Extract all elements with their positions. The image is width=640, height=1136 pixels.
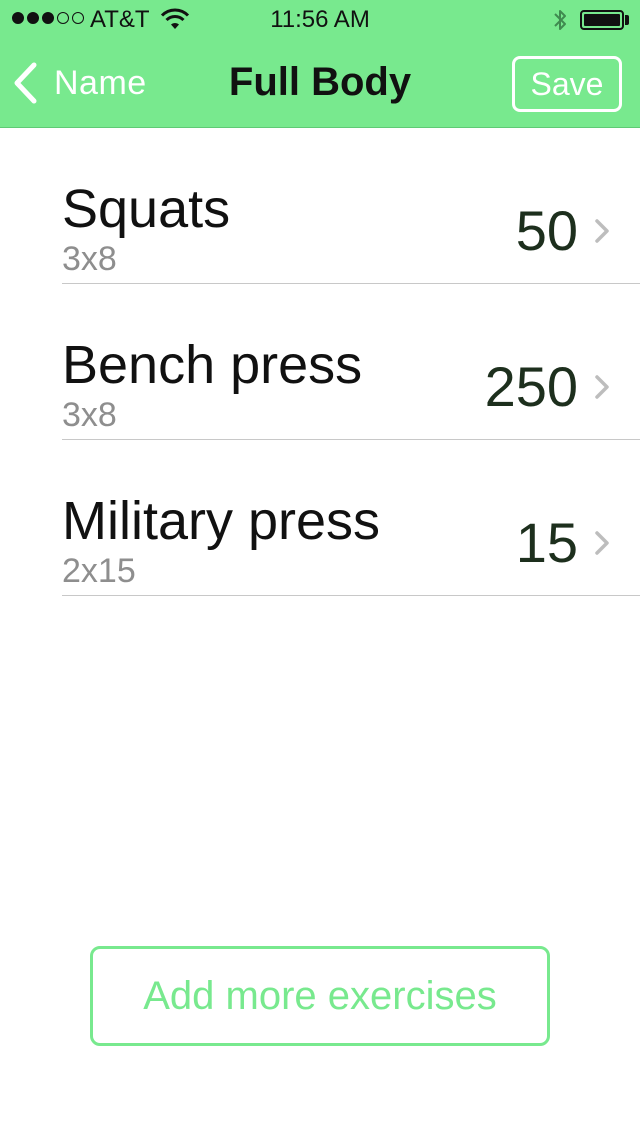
- nav-bar: Name Full Body Save: [0, 40, 640, 128]
- exercise-sets: 3x8: [62, 240, 117, 278]
- screen: AT&T 11:56 AM Name Full Body Save Squats…: [0, 0, 640, 1136]
- exercise-row-bench-press[interactable]: Bench press 3x8 250: [0, 284, 640, 440]
- battery-fill: [584, 14, 620, 26]
- add-exercises-button[interactable]: Add more exercises: [90, 946, 550, 1046]
- chevron-right-icon: [595, 219, 609, 243]
- exercise-row-military-press[interactable]: Military press 2x15 15: [0, 440, 640, 596]
- bluetooth-icon: [554, 10, 566, 30]
- back-label: Name: [54, 63, 147, 102]
- chevron-right-icon: [595, 531, 609, 555]
- status-time: 11:56 AM: [270, 6, 370, 33]
- exercise-name: Bench press: [62, 335, 363, 395]
- exercise-list: Squats 3x8 50 Bench press 3x8 250 Milita…: [0, 128, 640, 596]
- exercise-row-squats[interactable]: Squats 3x8 50: [0, 128, 640, 284]
- save-button[interactable]: Save: [512, 56, 622, 112]
- status-bar: AT&T 11:56 AM: [0, 0, 640, 40]
- exercise-weight: 15: [515, 511, 578, 574]
- header: AT&T 11:56 AM Name Full Body Save: [0, 0, 640, 128]
- back-button[interactable]: Name: [12, 58, 147, 108]
- exercise-weight: 250: [484, 355, 578, 418]
- exercise-sets: 2x15: [62, 552, 136, 590]
- exercise-name: Squats: [62, 179, 231, 239]
- battery-icon: [580, 10, 624, 30]
- chevron-right-icon: [595, 375, 609, 399]
- exercise-name: Military press: [62, 491, 381, 551]
- battery-tip: [625, 15, 629, 25]
- chevron-left-icon: [14, 62, 37, 104]
- exercise-sets: 3x8: [62, 396, 117, 434]
- exercise-weight: 50: [515, 199, 578, 262]
